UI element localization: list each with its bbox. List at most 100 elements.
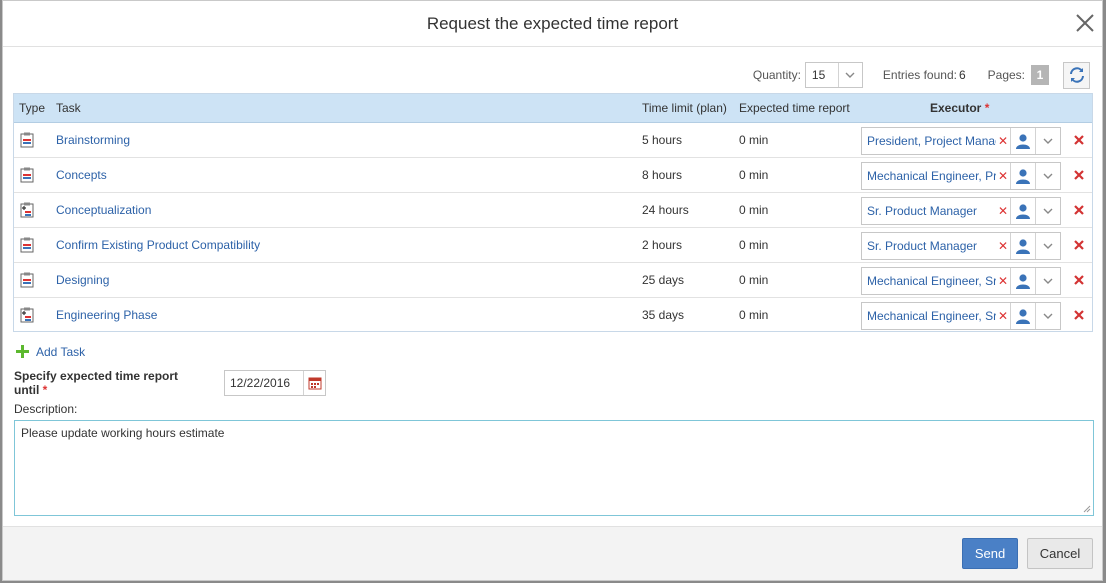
clear-executor-icon[interactable]: ✕ xyxy=(996,239,1010,253)
grid-header: Type Task Time limit (plan) Expected tim… xyxy=(14,94,1092,123)
task-link[interactable]: Engineering Phase xyxy=(56,308,157,322)
time-limit-cell: 35 days xyxy=(642,308,685,322)
executor-field[interactable]: Sr. Product Manager ✕ xyxy=(861,197,1061,225)
description-value: Please update working hours estimate xyxy=(21,426,225,440)
delete-row-icon[interactable] xyxy=(1071,132,1087,148)
quantity-value: 15 xyxy=(811,68,826,82)
task-icon xyxy=(20,237,34,253)
chevron-down-icon[interactable] xyxy=(1035,198,1060,224)
chevron-down-icon[interactable] xyxy=(1035,268,1060,294)
description-label: Description: xyxy=(14,402,78,416)
expected-time-cell: 0 min xyxy=(739,308,769,322)
send-button[interactable]: Send xyxy=(962,538,1018,569)
task-link[interactable]: Conceptualization xyxy=(56,203,151,217)
required-mark: * xyxy=(984,101,990,115)
executor-name: Mechanical Engineer, Sr. xyxy=(867,274,996,288)
task-link[interactable]: Confirm Existing Product Compatibility xyxy=(56,238,260,252)
table-row[interactable]: Brainstorming 5 hours 0 min President, P… xyxy=(14,123,1092,158)
refresh-icon xyxy=(1069,67,1084,83)
pages-label: Pages: xyxy=(987,68,1025,82)
grid-toolbar: Quantity: 15 Entries found: 6 Pages: 1 xyxy=(752,61,1090,89)
executor-field[interactable]: Mechanical Engineer, Sr. ✕ xyxy=(861,302,1061,330)
task-link[interactable]: Brainstorming xyxy=(56,133,130,147)
table-row[interactable]: Concepts 8 hours 0 min Mechanical Engine… xyxy=(14,158,1092,193)
time-limit-cell: 8 hours xyxy=(642,168,683,182)
executor-name: Mechanical Engineer, Product xyxy=(867,169,996,183)
table-row[interactable]: Engineering Phase 35 days 0 min Mechanic… xyxy=(14,298,1092,333)
description-textarea[interactable]: Please update working hours estimate xyxy=(14,420,1094,516)
delete-row-icon[interactable] xyxy=(1071,202,1087,218)
expected-time-cell: 0 min xyxy=(739,168,769,182)
clear-executor-icon[interactable]: ✕ xyxy=(996,309,1010,323)
quantity-select[interactable]: 15 xyxy=(804,62,863,88)
refresh-button[interactable] xyxy=(1063,61,1090,89)
delete-row-icon[interactable] xyxy=(1071,272,1087,288)
user-picker-icon[interactable] xyxy=(1010,268,1035,294)
header-type[interactable]: Type xyxy=(19,101,45,115)
time-limit-cell: 2 hours xyxy=(642,238,683,252)
until-date-value[interactable]: 12/22/2016 xyxy=(225,376,303,390)
task-icon xyxy=(20,272,34,288)
time-limit-cell: 25 days xyxy=(642,273,685,287)
header-executor-label: Executor xyxy=(930,101,982,115)
executor-name: Sr. Product Manager xyxy=(867,239,978,253)
delete-row-icon[interactable] xyxy=(1071,167,1087,183)
task-link[interactable]: Concepts xyxy=(56,168,107,182)
delete-row-icon[interactable] xyxy=(1071,307,1087,323)
table-row[interactable]: Designing 25 days 0 min Mechanical Engin… xyxy=(14,263,1092,298)
chevron-down-icon[interactable] xyxy=(1035,163,1060,189)
until-date-field[interactable]: 12/22/2016 xyxy=(224,370,326,396)
user-picker-icon[interactable] xyxy=(1010,198,1035,224)
user-picker-icon[interactable] xyxy=(1010,303,1035,329)
clear-executor-icon[interactable]: ✕ xyxy=(996,274,1010,288)
user-picker-icon[interactable] xyxy=(1010,128,1035,154)
clear-executor-icon[interactable]: ✕ xyxy=(996,204,1010,218)
user-picker-icon[interactable] xyxy=(1010,163,1035,189)
clear-executor-icon[interactable]: ✕ xyxy=(996,169,1010,183)
phase-icon xyxy=(20,202,34,218)
chevron-down-icon[interactable] xyxy=(1035,303,1060,329)
executor-field[interactable]: Sr. Product Manager ✕ xyxy=(861,232,1061,260)
plus-icon xyxy=(16,345,29,358)
chevron-down-icon[interactable] xyxy=(837,63,862,87)
close-icon[interactable] xyxy=(1074,12,1096,34)
phase-icon xyxy=(20,307,34,323)
header-task[interactable]: Task xyxy=(56,101,81,115)
header-expected[interactable]: Expected time report xyxy=(739,101,850,115)
cancel-button[interactable]: Cancel xyxy=(1027,538,1093,569)
chevron-down-icon[interactable] xyxy=(1035,128,1060,154)
quantity-label: Quantity: xyxy=(752,68,801,82)
page-number[interactable]: 1 xyxy=(1031,65,1049,85)
header-executor[interactable]: Executor * xyxy=(930,101,989,115)
executor-name: President, Project Manager xyxy=(867,134,996,148)
executor-name: Sr. Product Manager xyxy=(867,204,978,218)
add-task-label: Add Task xyxy=(36,344,86,359)
task-link[interactable]: Designing xyxy=(56,273,109,287)
dialog-title: Request the expected time report xyxy=(426,14,679,33)
delete-row-icon[interactable] xyxy=(1071,237,1087,253)
expected-time-cell: 0 min xyxy=(739,273,769,287)
user-picker-icon[interactable] xyxy=(1010,233,1035,259)
task-icon xyxy=(20,132,34,148)
expected-time-cell: 0 min xyxy=(739,203,769,217)
executor-field[interactable]: President, Project Manager ✕ xyxy=(861,127,1061,155)
request-time-report-dialog: Request the expected time report Quantit… xyxy=(2,0,1103,581)
until-label: Specify expected time report until * xyxy=(14,369,204,397)
entries-label: Entries found: xyxy=(882,68,957,82)
executor-field[interactable]: Mechanical Engineer, Product ✕ xyxy=(861,162,1061,190)
resize-grip-icon[interactable] xyxy=(1083,505,1091,513)
executor-field[interactable]: Mechanical Engineer, Sr. ✕ xyxy=(861,267,1061,295)
table-row[interactable]: Conceptualization 24 hours 0 min Sr. Pro… xyxy=(14,193,1092,228)
chevron-down-icon[interactable] xyxy=(1035,233,1060,259)
task-icon xyxy=(20,167,34,183)
table-row[interactable]: Confirm Existing Product Compatibility 2… xyxy=(14,228,1092,263)
until-label-text: Specify expected time report until xyxy=(14,369,179,397)
expected-time-cell: 0 min xyxy=(739,238,769,252)
expected-time-cell: 0 min xyxy=(739,133,769,147)
calendar-icon[interactable] xyxy=(303,371,325,395)
add-task-button[interactable]: Add Task xyxy=(15,344,85,359)
dialog-header: Request the expected time report xyxy=(3,1,1102,47)
clear-executor-icon[interactable]: ✕ xyxy=(996,134,1010,148)
header-time-limit[interactable]: Time limit (plan) xyxy=(642,101,727,115)
entries-count: 6 xyxy=(958,68,966,82)
